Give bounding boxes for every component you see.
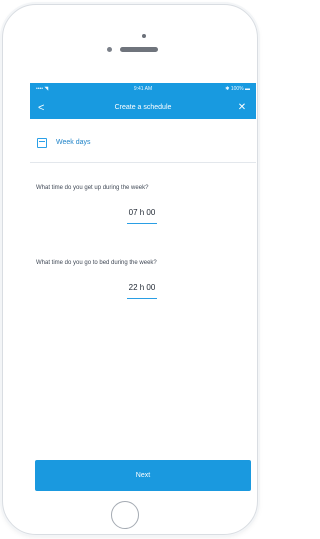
status-bar: •••• ◥ 9:41 AM ✱ 100% ▬: [30, 83, 256, 97]
next-button[interactable]: Next: [35, 460, 251, 491]
battery-status: ✱ 100% ▬: [225, 86, 250, 92]
back-icon: <: [38, 102, 45, 114]
navigation-bar: < Create a schedule ✕: [30, 97, 256, 119]
camera: [142, 34, 146, 38]
section-label: Week days: [56, 139, 91, 146]
bed-time-underline: [127, 298, 157, 299]
home-button[interactable]: [111, 501, 139, 529]
speaker: [120, 47, 158, 52]
front-sensor: [107, 47, 112, 52]
calendar-icon: [37, 138, 47, 148]
back-button[interactable]: <: [38, 102, 50, 114]
wake-question: What time do you get up during the week?: [36, 185, 149, 191]
screen: •••• ◥ 9:41 AM ✱ 100% ▬ < Create a sched…: [30, 83, 256, 497]
wake-time-field[interactable]: 07 h 00: [112, 208, 172, 230]
page-title: Create a schedule: [114, 104, 172, 111]
bed-time-value: 22 h 00: [128, 283, 156, 292]
section-divider: [30, 162, 256, 163]
phone-frame: •••• ◥ 9:41 AM ✱ 100% ▬ < Create a sched…: [2, 4, 258, 535]
close-button[interactable]: ✕: [236, 102, 248, 114]
status-time: 9:41 AM: [133, 86, 153, 92]
bed-time-field[interactable]: 22 h 00: [112, 283, 172, 305]
bed-question: What time do you go to bed during the we…: [36, 260, 157, 266]
wake-time-underline: [127, 223, 157, 224]
section-header: Week days: [37, 138, 237, 152]
close-icon: ✕: [237, 102, 247, 113]
wake-time-value: 07 h 00: [128, 208, 156, 217]
